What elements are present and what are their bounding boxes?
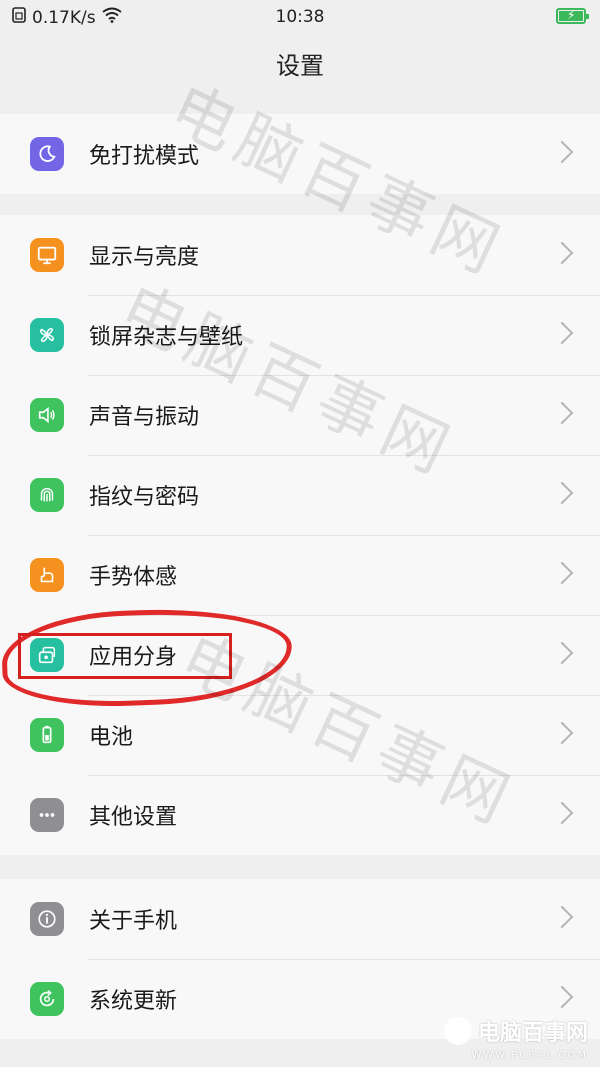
settings-item-sound-vibration[interactable]: 声音与振动	[0, 375, 600, 455]
settings-group-1: 免打扰模式	[0, 114, 600, 194]
settings-item-label: 系统更新	[89, 989, 178, 1014]
speaker-icon	[30, 398, 64, 432]
brand-logo: 电脑百事网 WWW.PC841.COM	[443, 1015, 588, 1061]
brand-name: 电脑百事网	[477, 1021, 588, 1046]
settings-item-label: 指纹与密码	[89, 485, 200, 510]
info-icon	[30, 902, 64, 936]
settings-item-lockscreen-wallpaper[interactable]: 锁屏杂志与壁纸	[0, 295, 600, 375]
settings-item-label: 关于手机	[89, 909, 178, 934]
chevron-right-icon	[550, 641, 574, 665]
update-icon	[30, 982, 64, 1016]
brand-url: WWW.PC841.COM	[471, 1050, 588, 1061]
chevron-right-icon	[550, 401, 574, 425]
chevron-right-icon	[550, 140, 574, 164]
settings-item-about-phone[interactable]: 关于手机	[0, 879, 600, 959]
display-icon	[30, 238, 64, 272]
status-bar: 0.17K/s 10:38 ⚡	[0, 0, 600, 34]
settings-item-display-brightness[interactable]: 显示与亮度	[0, 215, 600, 295]
settings-item-other-settings[interactable]: 其他设置	[0, 775, 600, 855]
settings-item-label: 电池	[89, 725, 134, 750]
settings-item-label: 免打扰模式	[89, 144, 200, 169]
battery-icon	[30, 718, 64, 752]
chevron-right-icon	[550, 241, 574, 265]
settings-item-label: 锁屏杂志与壁纸	[89, 325, 244, 350]
more-dots-icon	[30, 798, 64, 832]
clock: 10:38	[275, 7, 325, 27]
chevron-right-icon	[550, 481, 574, 505]
settings-group-2: 显示与亮度 锁屏杂志与壁纸 声音与振动 指纹与密码 手势体感 应用分身 电池 其…	[0, 215, 600, 855]
chevron-right-icon	[550, 985, 574, 1009]
battery-charging-icon: ⚡	[556, 8, 589, 24]
gesture-hand-icon	[30, 558, 64, 592]
settings-item-label: 其他设置	[89, 805, 178, 830]
settings-item-gesture-motion[interactable]: 手势体感	[0, 535, 600, 615]
settings-item-do-not-disturb[interactable]: 免打扰模式	[0, 114, 600, 194]
fingerprint-icon	[30, 478, 64, 512]
chevron-right-icon	[550, 721, 574, 745]
page-title: 设置	[276, 52, 324, 80]
settings-item-fingerprint-password[interactable]: 指纹与密码	[0, 455, 600, 535]
chevron-right-icon	[550, 905, 574, 929]
settings-item-battery[interactable]: 电池	[0, 695, 600, 775]
settings-item-label: 声音与振动	[89, 405, 200, 430]
settings-item-label: 手势体感	[89, 565, 178, 590]
chevron-right-icon	[550, 561, 574, 585]
pinwheel-icon	[30, 318, 64, 352]
settings-item-label: 显示与亮度	[89, 245, 200, 270]
chevron-right-icon	[550, 801, 574, 825]
annotation-highlight-box	[18, 633, 232, 679]
brand-logo-icon	[443, 1017, 472, 1045]
moon-icon	[30, 137, 64, 171]
chevron-right-icon	[550, 321, 574, 345]
